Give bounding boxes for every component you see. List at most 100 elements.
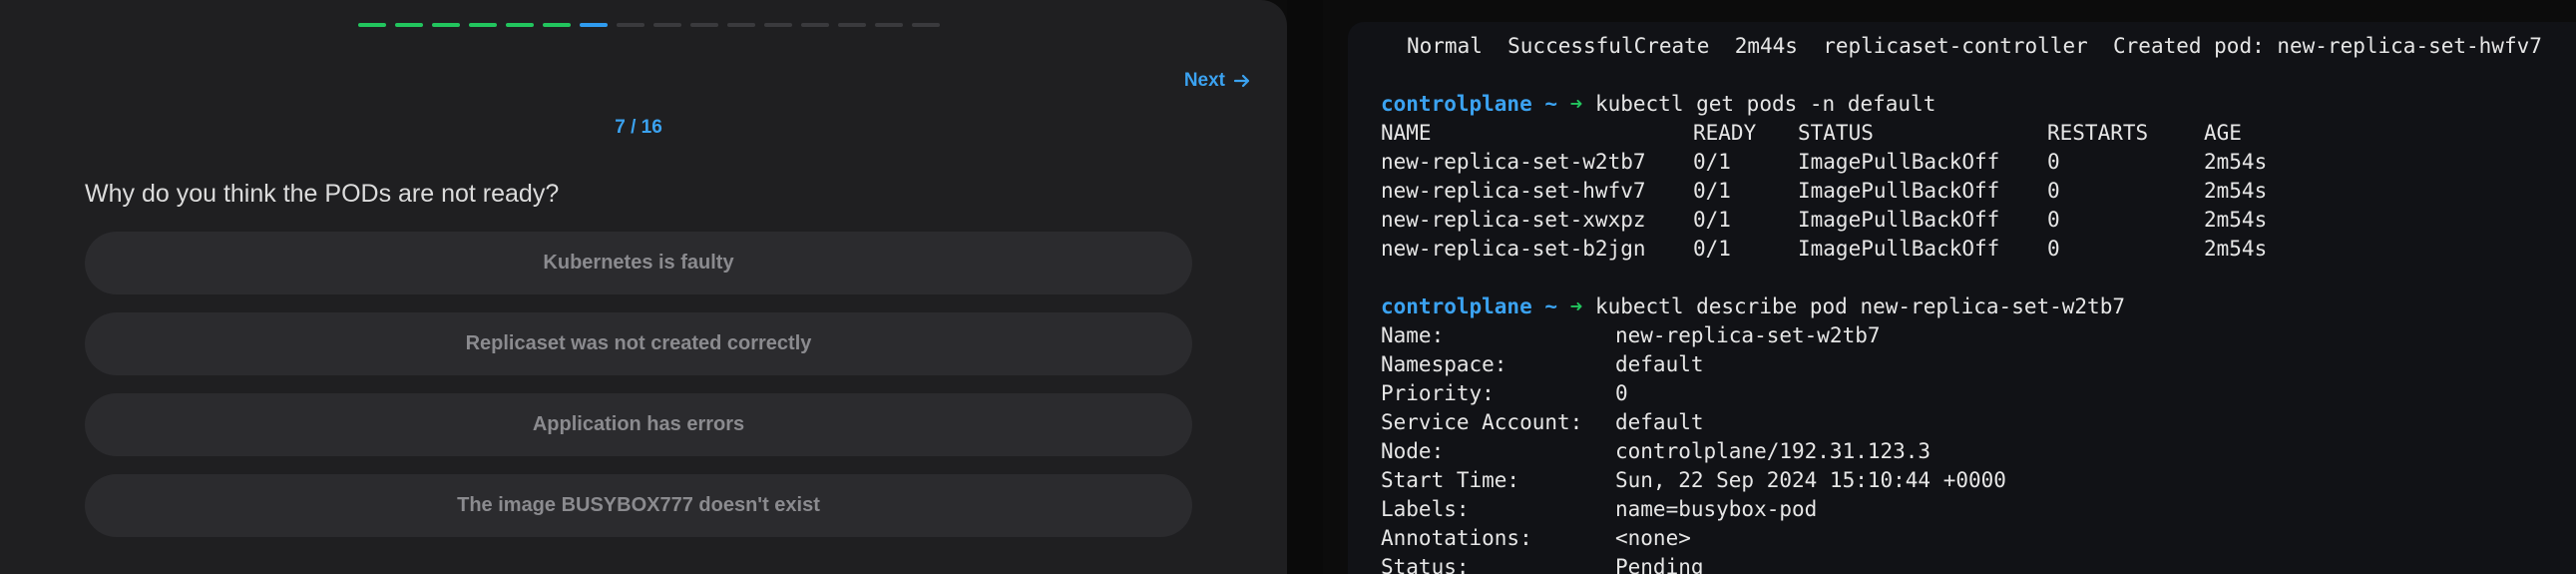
describe-value: controlplane/192.31.123.3: [1615, 439, 1932, 463]
describe-value: default: [1615, 352, 1704, 376]
pods-header: NAME READY STATUS RESTARTS AGE: [1381, 119, 2516, 148]
pod-restarts: 0: [2047, 237, 2060, 261]
describe-value: default: [1615, 410, 1704, 434]
describe-row: Start Time: Sun, 22 Sep 2024 15:10:44 +00…: [1381, 466, 2516, 495]
terminal-window[interactable]: Normal SuccessfulCreate 2m44s replicaset…: [1348, 22, 2576, 574]
describe-row: Node: controlplane/192.31.123.3: [1381, 437, 2516, 466]
header-name: NAME: [1381, 121, 1432, 145]
describe-value: Pending: [1615, 555, 1704, 574]
header-age: AGE: [2204, 121, 2242, 145]
describe-value: name=busybox-pod: [1615, 497, 1818, 521]
progress-segment: [543, 23, 571, 27]
progress-segment: [617, 23, 644, 27]
answer-options: Kubernetes is faulty Replicaset was not …: [85, 232, 1192, 555]
describe-key: Node:: [1381, 439, 1445, 463]
pod-status: ImagePullBackOff: [1798, 208, 2000, 232]
pod-ready: 0/1: [1693, 150, 1731, 174]
progress-segment: [580, 23, 608, 27]
pod-ready: 0/1: [1693, 208, 1731, 232]
pod-age: 2m54s: [2204, 179, 2268, 203]
progress-bar: [358, 23, 940, 27]
answer-option-1[interactable]: Kubernetes is faulty: [85, 232, 1192, 294]
prompt-line-2: controlplane ~ ➜ kubectl describe pod ne…: [1381, 292, 2516, 321]
progress-segment: [432, 23, 460, 27]
describe-key: Namespace:: [1381, 352, 1507, 376]
describe-key: Start Time:: [1381, 468, 1520, 492]
describe-row: Annotations: <none>: [1381, 524, 2516, 553]
pod-restarts: 0: [2047, 179, 2060, 203]
pod-name: new-replica-set-hwfv7: [1381, 179, 1646, 203]
event-line: Normal SuccessfulCreate 2m44s replicaset…: [1407, 34, 2542, 58]
answer-option-4[interactable]: The image BUSYBOX777 doesn't exist: [85, 474, 1192, 537]
describe-key: Name:: [1381, 323, 1445, 347]
pod-row: new-replica-set-b2jgn 0/1 ImagePullBackOff…: [1381, 235, 2516, 264]
prompt-arrow-icon: ➜: [1569, 294, 1583, 318]
describe-key: Service Account:: [1381, 410, 1583, 434]
pod-age: 2m54s: [2204, 208, 2268, 232]
progress-segment: [395, 23, 423, 27]
progress-segment: [875, 23, 903, 27]
describe-key: Labels:: [1381, 497, 1470, 521]
describe-row: Name: new-replica-set-w2tb7: [1381, 321, 2516, 350]
describe-key: Status:: [1381, 555, 1470, 574]
pod-ready: 0/1: [1693, 179, 1731, 203]
progress-segment: [727, 23, 755, 27]
describe-value: Sun, 22 Sep 2024 15:10:44 +0000: [1615, 468, 2006, 492]
prompt-sep: ~: [1531, 92, 1570, 116]
pod-name: new-replica-set-b2jgn: [1381, 237, 1646, 261]
describe-row: Namespace: default: [1381, 350, 2516, 379]
arrow-right-icon: [1233, 74, 1250, 88]
prompt-host: controlplane: [1381, 294, 1532, 318]
pod-row: new-replica-set-w2tb7 0/1 ImagePullBackOff…: [1381, 148, 2516, 177]
pod-name: new-replica-set-xwxpz: [1381, 208, 1646, 232]
describe-key: Priority:: [1381, 381, 1495, 405]
describe-row: Status: Pending: [1381, 553, 2516, 574]
describe-value: <none>: [1615, 526, 1691, 550]
pod-row: new-replica-set-hwfv7 0/1 ImagePullBackOff…: [1381, 177, 2516, 206]
pod-age: 2m54s: [2204, 150, 2268, 174]
progress-segment: [506, 23, 534, 27]
pod-row: new-replica-set-xwxpz 0/1 ImagePullBackOff…: [1381, 206, 2516, 235]
next-label: Next: [1183, 70, 1225, 91]
progress-segment: [358, 23, 386, 27]
header-ready: READY: [1693, 121, 1757, 145]
pod-ready: 0/1: [1693, 237, 1731, 261]
describe-row: Priority: 0: [1381, 379, 2516, 408]
prompt-arrow-icon: ➜: [1569, 92, 1583, 116]
describe-row: Service Account: default: [1381, 408, 2516, 437]
progress-segment: [912, 23, 940, 27]
prompt-sep: ~: [1531, 294, 1570, 318]
pod-restarts: 0: [2047, 150, 2060, 174]
progress-segment: [764, 23, 792, 27]
pod-status: ImagePullBackOff: [1798, 237, 2000, 261]
next-button[interactable]: Next: [1184, 70, 1251, 92]
progress-segment: [690, 23, 718, 27]
pod-age: 2m54s: [2204, 237, 2268, 261]
progress-segment: [801, 23, 829, 27]
pod-status: ImagePullBackOff: [1798, 179, 2000, 203]
prompt-line-1: controlplane ~ ➜ kubectl get pods -n def…: [1381, 90, 2516, 119]
describe-key: Annotations:: [1381, 526, 1532, 550]
progress-segment: [838, 23, 866, 27]
question-text: Why do you think the PODs are not ready?: [85, 180, 560, 208]
command-describe-pod: kubectl describe pod new-replica-set-w2t…: [1594, 294, 2125, 318]
quiz-panel: Next 7 / 16 Why do you think the PODs ar…: [0, 0, 1287, 574]
question-counter: 7 / 16: [615, 117, 662, 138]
terminal-output: Normal SuccessfulCreate 2m44s replicaset…: [1381, 32, 2542, 574]
header-status: STATUS: [1798, 121, 1874, 145]
progress-segment: [469, 23, 497, 27]
command-get-pods: kubectl get pods -n default: [1594, 92, 1936, 116]
header-restarts: RESTARTS: [2047, 121, 2149, 145]
describe-value: new-replica-set-w2tb7: [1615, 323, 1881, 347]
answer-option-2[interactable]: Replicaset was not created correctly: [85, 312, 1192, 375]
prompt-host: controlplane: [1381, 92, 1532, 116]
progress-segment: [653, 23, 681, 27]
pod-status: ImagePullBackOff: [1798, 150, 2000, 174]
panel-divider: [1287, 0, 1323, 574]
pod-name: new-replica-set-w2tb7: [1381, 150, 1646, 174]
describe-value: 0: [1615, 381, 1628, 405]
describe-row: Labels: name=busybox-pod: [1381, 495, 2516, 524]
terminal-panel: Normal SuccessfulCreate 2m44s replicaset…: [1323, 0, 2576, 574]
answer-option-3[interactable]: Application has errors: [85, 393, 1192, 456]
pod-restarts: 0: [2047, 208, 2060, 232]
